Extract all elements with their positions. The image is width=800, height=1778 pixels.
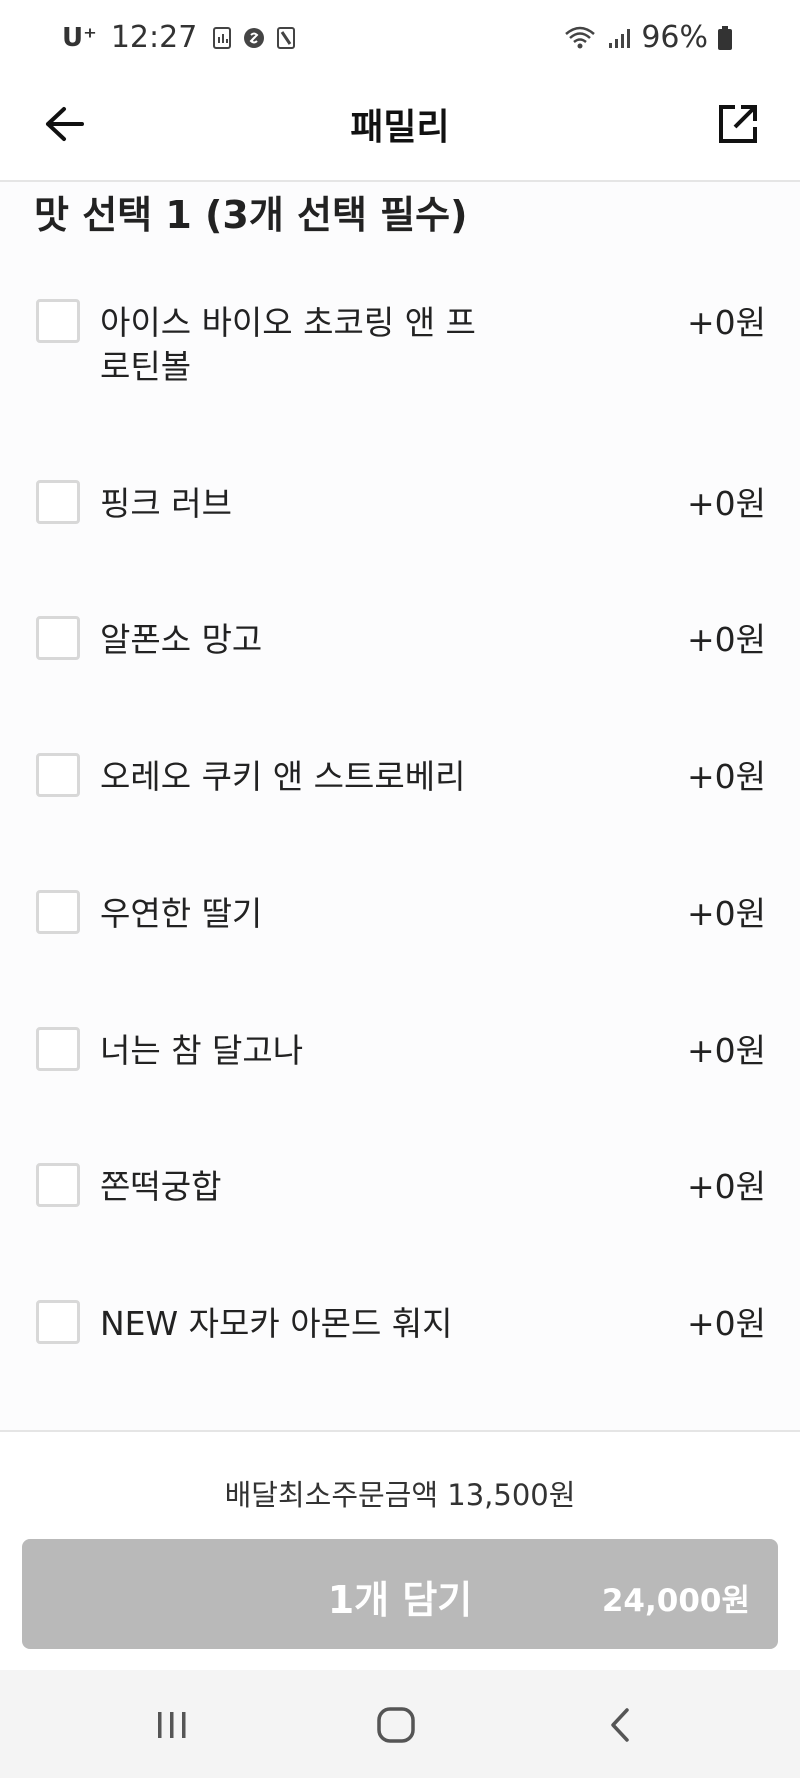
option-price: +0원 bbox=[686, 1304, 766, 1343]
recent-apps-icon bbox=[158, 1712, 186, 1738]
home-icon bbox=[377, 1707, 415, 1743]
status-time: 12:27 bbox=[110, 20, 198, 55]
battery-percent: 96% bbox=[641, 20, 708, 55]
option-label: 쫀떡궁합 bbox=[100, 1167, 222, 1206]
share-button[interactable] bbox=[710, 96, 766, 152]
status-bar: U⁺ 12:27 96% bbox=[0, 0, 800, 76]
option-price: +0원 bbox=[686, 303, 766, 342]
option-price: +0원 bbox=[686, 757, 766, 796]
option-checkbox[interactable] bbox=[36, 1300, 80, 1344]
add-to-cart-button[interactable]: 1개 담기 24,000원 bbox=[22, 1539, 778, 1649]
option-price: +0원 bbox=[686, 1031, 766, 1070]
order-footer: 배달최소주문금액 13,500원 1개 담기 24,000원 bbox=[0, 1430, 800, 1672]
system-nav-bar bbox=[0, 1670, 800, 1778]
option-label: 핑크 러브 bbox=[100, 484, 232, 523]
option-checkbox[interactable] bbox=[36, 299, 80, 343]
gallery-icon bbox=[211, 26, 233, 50]
option-price: +0원 bbox=[686, 484, 766, 523]
wifi-icon bbox=[563, 26, 597, 50]
option-label: 오레오 쿠키 앤 스트로베리 bbox=[100, 757, 466, 796]
option-checkbox[interactable] bbox=[36, 890, 80, 934]
shazam-icon bbox=[243, 26, 265, 50]
option-checkbox[interactable] bbox=[36, 753, 80, 797]
page-title: 패밀리 bbox=[350, 107, 450, 148]
device-icon bbox=[275, 26, 297, 50]
option-label: 우연한 딸기 bbox=[100, 894, 263, 933]
option-checkbox[interactable] bbox=[36, 1163, 80, 1207]
option-price: +0원 bbox=[686, 1167, 766, 1206]
status-left: U⁺ 12:27 bbox=[62, 20, 307, 55]
option-checkbox[interactable] bbox=[36, 480, 80, 524]
share-icon bbox=[719, 105, 757, 143]
option-checkbox[interactable] bbox=[36, 1027, 80, 1071]
recent-apps-button[interactable] bbox=[142, 1700, 202, 1750]
option-label: 너는 참 달고나 bbox=[100, 1031, 304, 1070]
home-button[interactable] bbox=[366, 1700, 426, 1750]
system-back-button[interactable] bbox=[590, 1700, 650, 1750]
add-button-price: 24,000원 bbox=[601, 1583, 750, 1619]
carrier-label: U⁺ bbox=[62, 22, 97, 53]
chevron-left-icon bbox=[611, 1708, 629, 1742]
option-label: 아이스 바이오 초코링 앤 프로틴볼 bbox=[100, 303, 476, 386]
app-header: 패밀리 bbox=[0, 76, 800, 182]
option-label: NEW 자모카 아몬드 훠지 bbox=[100, 1304, 453, 1343]
signal-icon bbox=[605, 26, 633, 50]
status-right: 96% bbox=[563, 20, 744, 55]
min-order-notice: 배달최소주문금액 13,500원 bbox=[224, 1478, 576, 1512]
option-price: +0원 bbox=[686, 620, 766, 659]
option-checkbox[interactable] bbox=[36, 616, 80, 660]
option-price: +0원 bbox=[686, 894, 766, 933]
battery-icon bbox=[714, 25, 736, 50]
option-label: 알폰소 망고 bbox=[100, 620, 263, 659]
options-list: 맛 선택 1 (3개 선택 필수) 아이스 바이오 초코링 앤 프로틴볼 +0원… bbox=[0, 182, 800, 1430]
section-title: 맛 선택 1 (3개 선택 필수) bbox=[34, 193, 468, 237]
